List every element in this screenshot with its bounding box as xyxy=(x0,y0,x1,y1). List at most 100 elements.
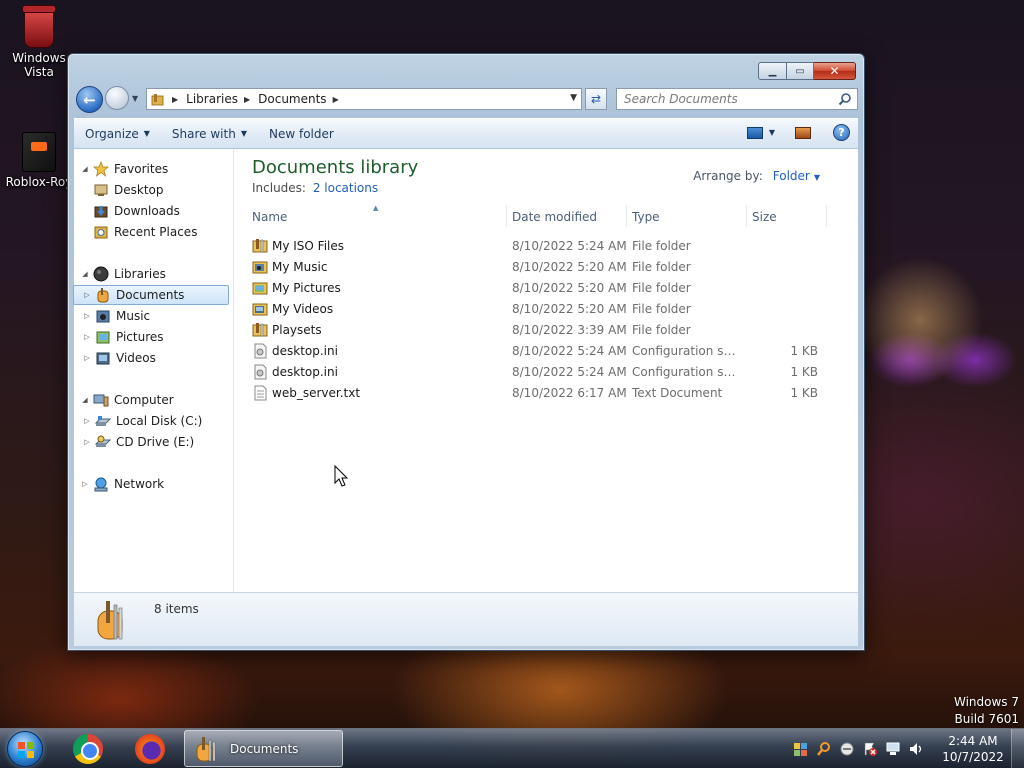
file-row[interactable]: My Music 8/10/2022 5:20 AM File folder xyxy=(252,257,832,278)
expand-arrow-icon[interactable]: ▷ xyxy=(82,312,92,320)
expand-arrow-icon[interactable]: ▷ xyxy=(82,354,92,362)
search-icon[interactable] xyxy=(838,92,852,106)
organize-button[interactable]: Organize ▼ xyxy=(76,119,159,148)
windows-logo-icon xyxy=(18,742,34,758)
action-center-icon[interactable] xyxy=(862,741,878,757)
new-folder-button[interactable]: New folder xyxy=(260,119,343,148)
file-size: 1 KB xyxy=(790,386,818,400)
forward-button[interactable] xyxy=(105,86,129,110)
taskbar-firefox[interactable] xyxy=(122,732,178,766)
file-size: 1 KB xyxy=(790,344,818,358)
column-divider[interactable] xyxy=(506,205,507,227)
file-list-pane: Documents library Includes: 2 locations … xyxy=(234,149,858,592)
volume-icon[interactable] xyxy=(908,741,924,757)
expand-arrow-icon[interactable]: ▷ xyxy=(82,291,92,299)
nav-label: Documents xyxy=(116,288,185,302)
help-icon[interactable]: ? xyxy=(833,124,850,141)
expand-arrow-icon[interactable]: ▷ xyxy=(82,438,92,446)
breadcrumb-libraries[interactable]: Libraries xyxy=(186,92,238,106)
network-tray-icon[interactable] xyxy=(885,741,901,757)
nav-item-downloads[interactable]: Downloads xyxy=(90,201,180,221)
file-date-modified: 8/10/2022 5:24 AM xyxy=(512,365,627,379)
downloads-icon xyxy=(94,206,108,218)
clock-date: 10/7/2022 xyxy=(942,750,1004,764)
nav-label: Network xyxy=(114,477,165,491)
file-row[interactable]: desktop.ini 8/10/2022 5:24 AM Configuratio… xyxy=(252,341,832,362)
taskbar-window-documents[interactable]: Documents xyxy=(184,730,343,767)
recent-pages-dropdown[interactable]: ▼ xyxy=(132,94,138,103)
taskbar-clock[interactable]: 2:44 AM 10/7/2022 xyxy=(938,733,1008,765)
refresh-button[interactable]: ⇄ xyxy=(585,88,607,110)
preview-pane-icon[interactable] xyxy=(795,126,811,139)
back-button[interactable]: ← xyxy=(76,86,103,113)
nav-item-local-disk[interactable]: ▷ Local Disk (C:) xyxy=(84,411,202,431)
recent-places-icon xyxy=(94,226,108,239)
expand-arrow-icon[interactable]: ▷ xyxy=(82,333,92,341)
nav-favorites[interactable]: ◢ Favorites xyxy=(80,159,168,179)
file-row[interactable]: My Pictures 8/10/2022 5:20 AM File folder xyxy=(252,278,832,299)
system-tray xyxy=(793,741,931,757)
address-dropdown-icon[interactable]: ▼ xyxy=(570,93,577,103)
change-view-icon[interactable] xyxy=(746,126,763,139)
view-options-dropdown[interactable]: ▼ xyxy=(769,128,775,137)
column-header-size[interactable]: Size xyxy=(752,207,822,227)
collapse-arrow-icon[interactable]: ◢ xyxy=(80,396,90,404)
nav-network[interactable]: ▷ Network xyxy=(80,474,164,494)
action-center-flag-icon[interactable] xyxy=(793,741,809,757)
start-button[interactable] xyxy=(7,731,43,767)
expand-arrow-icon[interactable]: ▷ xyxy=(82,417,92,425)
file-name: desktop.ini xyxy=(272,365,338,379)
nav-item-recent-places[interactable]: Recent Places xyxy=(90,222,197,242)
nav-item-music[interactable]: ▷ Music xyxy=(84,306,150,326)
file-row[interactable]: My Videos 8/10/2022 5:20 AM File folder xyxy=(252,299,832,320)
search-box[interactable] xyxy=(616,88,858,110)
desktop-icon xyxy=(94,184,108,196)
chevron-down-icon[interactable]: ▼ xyxy=(814,173,820,182)
collapse-arrow-icon[interactable]: ◢ xyxy=(80,165,90,173)
taskbar-chrome[interactable] xyxy=(60,732,116,766)
nav-item-documents[interactable]: ▷ Documents xyxy=(73,285,229,305)
expand-arrow-icon[interactable]: ▷ xyxy=(80,480,90,488)
column-divider[interactable] xyxy=(746,205,747,227)
file-row[interactable]: Playsets 8/10/2022 3:39 AM File folder xyxy=(252,320,832,341)
nav-libraries[interactable]: ◢ Libraries xyxy=(80,264,166,284)
show-desktop-button[interactable] xyxy=(1011,729,1024,768)
column-divider[interactable] xyxy=(626,205,627,227)
music-library-icon xyxy=(96,310,110,323)
file-row[interactable]: desktop.ini 8/10/2022 5:24 AM Configuratio… xyxy=(252,362,832,383)
watermark-line: Build 7601 xyxy=(954,712,1019,726)
nav-item-pictures[interactable]: ▷ Pictures xyxy=(84,327,163,347)
organize-label: Organize xyxy=(85,126,139,141)
library-locations-link[interactable]: 2 locations xyxy=(313,181,378,195)
nav-item-videos[interactable]: ▷ Videos xyxy=(84,348,156,368)
command-bar: Organize ▼ Share with ▼ New folder ▼ ? xyxy=(74,118,858,148)
file-row[interactable]: web_server.txt 8/10/2022 6:17 AM Text Docu… xyxy=(252,383,832,404)
search-tray-icon[interactable] xyxy=(816,741,832,757)
chrome-icon xyxy=(73,734,103,764)
address-bar[interactable]: ▶ Libraries ▶ Documents ▶ ▼ xyxy=(146,88,582,110)
status-tray-icon[interactable] xyxy=(839,741,855,757)
breadcrumb-separator[interactable]: ▶ xyxy=(172,95,178,104)
breadcrumb-separator[interactable]: ▶ xyxy=(244,95,250,104)
share-with-button[interactable]: Share with ▼ xyxy=(163,119,256,148)
file-type: Text Document xyxy=(632,386,723,400)
arrange-by-dropdown[interactable]: Folder xyxy=(773,169,810,183)
breadcrumb-documents[interactable]: Documents xyxy=(258,92,326,106)
nav-item-cd-drive[interactable]: ▷ CD Drive (E:) xyxy=(84,432,194,452)
maximize-button[interactable]: ▭ xyxy=(787,62,814,80)
column-header-type[interactable]: Type xyxy=(632,207,742,227)
file-date-modified: 8/10/2022 5:20 AM xyxy=(512,260,627,274)
column-header-name[interactable]: Name xyxy=(252,207,504,227)
minimize-button[interactable]: ▁ xyxy=(758,62,787,80)
search-input[interactable] xyxy=(624,92,824,106)
nav-computer[interactable]: ◢ Computer xyxy=(80,390,173,410)
collapse-arrow-icon[interactable]: ◢ xyxy=(80,270,90,278)
column-divider[interactable] xyxy=(826,205,827,227)
nav-item-desktop[interactable]: Desktop xyxy=(90,180,164,200)
file-row[interactable]: My ISO Files 8/10/2022 5:24 AM File folder xyxy=(252,236,832,257)
taskbar-window-label: Documents xyxy=(230,741,299,756)
breadcrumb-separator[interactable]: ▶ xyxy=(333,95,339,104)
chevron-down-icon: ▼ xyxy=(240,129,247,138)
close-button[interactable]: ✕ xyxy=(814,62,856,80)
column-header-date-modified[interactable]: Date modified xyxy=(512,207,624,227)
